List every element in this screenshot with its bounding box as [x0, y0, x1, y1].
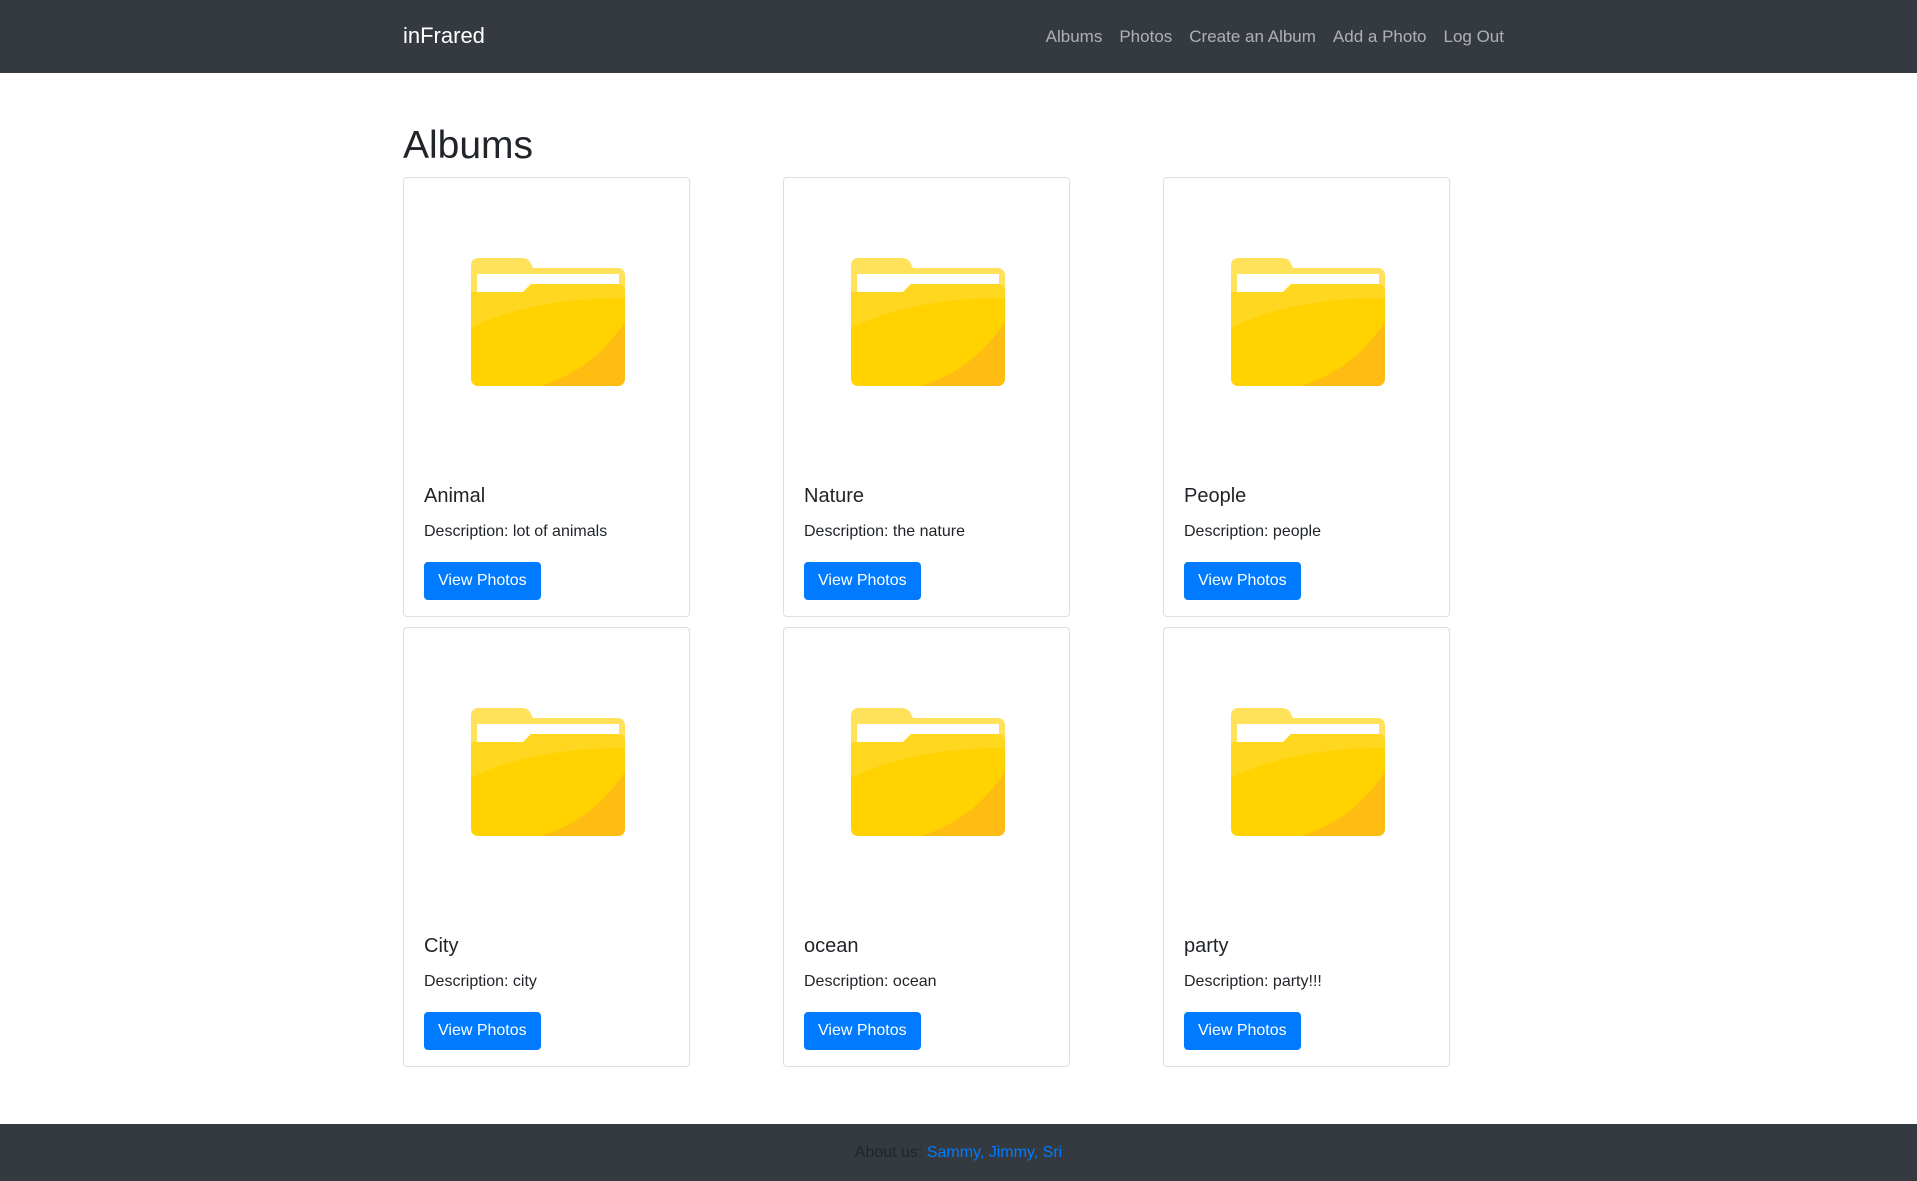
album-thumbnail — [404, 628, 691, 915]
nav-link-photos[interactable]: Photos — [1119, 25, 1172, 49]
folder-icon — [850, 257, 1005, 386]
folder-icon — [470, 707, 625, 836]
album-thumbnail — [404, 178, 691, 465]
view-photos-button[interactable]: View Photos — [424, 562, 541, 600]
description-value: ocean — [892, 973, 937, 990]
folder-icon — [1230, 707, 1385, 836]
description-value: lot of animals — [512, 523, 608, 540]
description-value: city — [512, 973, 537, 990]
album-description: Description: lot of animals — [424, 521, 607, 543]
album-card: People Description: people View Photos — [1163, 177, 1450, 617]
view-photos-button[interactable]: View Photos — [1184, 1012, 1301, 1050]
description-prefix: Description: — [424, 523, 513, 540]
footer: About us: Sammy, Jimmy, Sri — [0, 1124, 1917, 1181]
nav-link-create-album[interactable]: Create an Album — [1189, 25, 1316, 49]
top-navbar: inFrared Albums Photos Create an Album A… — [0, 0, 1917, 73]
description-value: party!!! — [1272, 973, 1322, 990]
album-title: party — [1184, 935, 1229, 957]
nav-link-log-out[interactable]: Log Out — [1444, 25, 1505, 49]
description-prefix: Description: — [1184, 973, 1273, 990]
album-title: Nature — [804, 485, 865, 507]
album-description: Description: ocean — [804, 971, 937, 993]
nav-link-add-photo[interactable]: Add a Photo — [1333, 25, 1427, 49]
album-description: Description: the nature — [804, 521, 965, 543]
album-thumbnail — [1164, 178, 1451, 465]
nav-links: Albums Photos Create an Album Add a Phot… — [1046, 25, 1504, 49]
nav-link-albums[interactable]: Albums — [1046, 25, 1103, 49]
album-title: Animal — [424, 485, 486, 507]
folder-icon — [850, 707, 1005, 836]
folder-icon — [1230, 257, 1385, 386]
album-card: Nature Description: the nature View Phot… — [783, 177, 1070, 617]
description-value: the nature — [892, 523, 965, 540]
description-prefix: Description: — [804, 523, 893, 540]
album-card: party Description: party!!! View Photos — [1163, 627, 1450, 1067]
album-card: ocean Description: ocean View Photos — [783, 627, 1070, 1067]
about-us-link[interactable]: Sammy, Jimmy, Sri — [927, 1144, 1062, 1161]
view-photos-button[interactable]: View Photos — [804, 562, 921, 600]
album-thumbnail — [784, 178, 1071, 465]
album-description: Description: people — [1184, 521, 1321, 543]
description-prefix: Description: — [1184, 523, 1273, 540]
album-title: City — [424, 935, 459, 957]
description-prefix: Description: — [804, 973, 893, 990]
album-thumbnail — [1164, 628, 1451, 915]
footer-about: About us: Sammy, Jimmy, Sri — [0, 1143, 1917, 1163]
album-card: City Description: city View Photos — [403, 627, 690, 1067]
album-card: Animal Description: lot of animals View … — [403, 177, 690, 617]
brand-link[interactable]: inFrared — [403, 23, 485, 49]
album-thumbnail — [784, 628, 1071, 915]
view-photos-button[interactable]: View Photos — [1184, 562, 1301, 600]
album-description: Description: party!!! — [1184, 971, 1322, 993]
album-title: ocean — [804, 935, 859, 957]
album-title: People — [1184, 485, 1247, 507]
footer-label: About us: — [854, 1144, 927, 1161]
page-title: Albums — [403, 124, 534, 167]
description-prefix: Description: — [424, 973, 513, 990]
folder-icon — [470, 257, 625, 386]
description-value: people — [1272, 523, 1321, 540]
view-photos-button[interactable]: View Photos — [804, 1012, 921, 1050]
view-photos-button[interactable]: View Photos — [424, 1012, 541, 1050]
album-description: Description: city — [424, 971, 537, 993]
